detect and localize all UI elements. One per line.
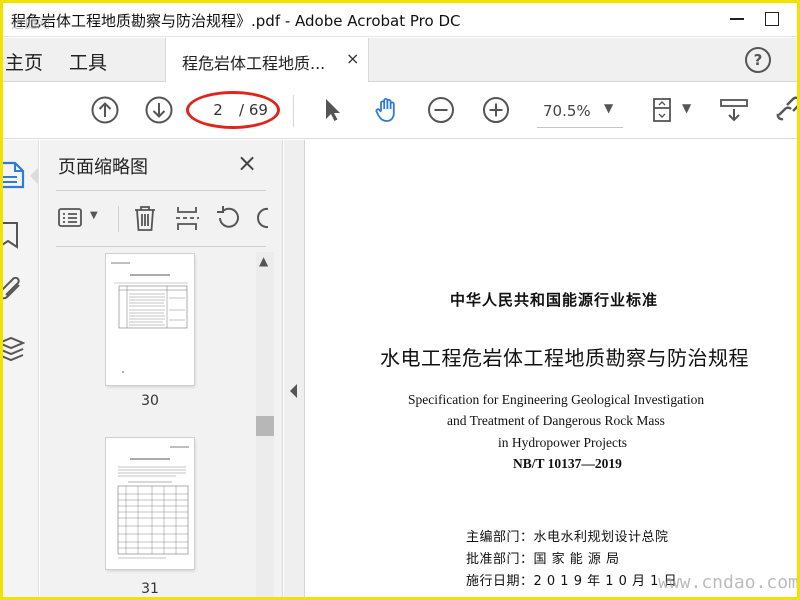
arrow-down-icon[interactable] (144, 95, 174, 125)
rotate-left-icon[interactable] (214, 204, 242, 232)
window-title: 程危岩体工程地质勘察与防治规程》.pdf - Adobe Acrobat Pro… (11, 12, 461, 30)
page-number-input[interactable]: 2 (205, 101, 231, 119)
panel-collapse-strip[interactable] (284, 140, 305, 597)
select-arrow-icon[interactable] (317, 95, 347, 125)
doc-title-en-line3: in Hydropower Projects (498, 435, 627, 450)
doc-title-cn: 水电工程危岩体工程地质勘察与防治规程 (380, 346, 749, 370)
thumbnail-page-number: 31 (141, 581, 159, 597)
doc-standard-number: NB/T 10137—2019 (513, 456, 622, 471)
chevron-down-icon[interactable]: ▼ (682, 101, 691, 115)
zoom-in-icon[interactable] (481, 95, 511, 125)
title-bar: 程危岩体工程地质勘察与防治规程》.pdf - Adobe Acrobat Pro… (3, 3, 797, 37)
panel-divider (56, 246, 266, 247)
tab-document[interactable]: 程危岩体工程地质... × (165, 38, 369, 82)
scroll-up-icon[interactable]: ▲ (259, 254, 268, 268)
page-total: / 69 (239, 101, 268, 119)
page-fit-icon[interactable] (648, 95, 678, 125)
navigation-rail (3, 140, 39, 597)
tab-document-label: 程危岩体工程地质... (182, 54, 326, 73)
doc-editor-dept: 主编部门：水电水利规划设计总院 (466, 530, 669, 545)
tab-tools[interactable]: 工具 (69, 48, 107, 75)
thumbnail-page-31[interactable] (106, 438, 194, 569)
trash-icon[interactable] (132, 204, 158, 232)
active-indicator (30, 168, 38, 184)
watermark-bottom: www.cndao.com (658, 572, 799, 593)
scroll-mode-icon[interactable] (719, 95, 749, 125)
zoom-out-icon[interactable] (426, 95, 456, 125)
close-icon[interactable]: × (237, 149, 257, 177)
hand-icon[interactable] (372, 95, 402, 125)
zoom-underline (537, 127, 623, 128)
tab-close-icon[interactable]: × (346, 49, 359, 68)
panel-divider (56, 190, 266, 191)
bookmark-icon[interactable] (3, 220, 23, 250)
layers-icon[interactable] (3, 335, 25, 365)
app-window: 程危岩体工程地质勘察与防治规程》.pdf - Adobe Acrobat Pro… (0, 0, 800, 600)
help-button[interactable]: ? (745, 47, 771, 73)
options-icon[interactable] (58, 207, 84, 229)
document-view[interactable]: 中华人民共和国能源行业标准 水电工程危岩体工程地质勘察与防治规程 Specifi… (306, 140, 799, 597)
panel-title: 页面缩略图 (58, 157, 148, 178)
chevron-down-icon[interactable]: ▼ (604, 101, 613, 115)
page-preview (111, 262, 188, 373)
toolbar: 2 / 69 70.5% ▼ ▼ (3, 83, 797, 139)
watermark-top: 迅捷网 (11, 17, 51, 32)
doc-approval-dept: 批准部门：国 家 能 源 局 (466, 552, 620, 567)
chevron-down-icon[interactable]: ▼ (90, 210, 98, 221)
doc-effective-date: 施行日期：2 0 1 9 年 1 0 月 1 日 (466, 574, 678, 589)
maximize-button[interactable] (759, 7, 783, 31)
attachment-icon[interactable] (3, 277, 25, 307)
panel-toolbar-divider (118, 206, 119, 232)
zoom-level[interactable]: 70.5% (543, 102, 591, 120)
doc-title-en-line2: and Treatment of Dangerous Rock Mass (447, 413, 665, 428)
doc-title-en-line1: Specification for Engineering Geological… (408, 392, 705, 407)
link-icon[interactable] (773, 95, 800, 125)
arrow-up-icon[interactable] (90, 95, 120, 125)
chevron-left-icon[interactable] (290, 384, 297, 398)
thumbnail-panel: 页面缩略图 × ▼ ▲ 30 31 (40, 140, 283, 597)
page-preview (117, 446, 189, 559)
tab-bar: 主页 工具 程危岩体工程地质... × ? (3, 38, 797, 82)
tab-home[interactable]: 主页 (5, 48, 43, 75)
rotate-right-icon[interactable] (254, 204, 268, 232)
scrollbar-thumb[interactable] (256, 416, 274, 436)
minimize-button[interactable] (725, 7, 749, 31)
page-thumbnails-icon[interactable] (3, 160, 25, 190)
thumbnail-page-number: 30 (141, 393, 159, 409)
thumbnail-page-30[interactable] (106, 254, 194, 385)
extract-pages-icon[interactable] (174, 204, 200, 232)
doc-standard-category: 中华人民共和国能源行业标准 (450, 291, 659, 309)
panel-toolbar: ▼ (40, 198, 283, 238)
toolbar-divider (293, 95, 294, 127)
